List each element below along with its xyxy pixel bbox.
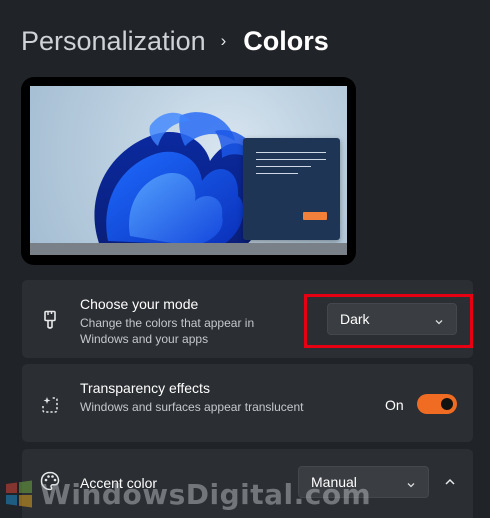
brush-icon	[39, 309, 61, 331]
accent-dropdown[interactable]: Manual	[298, 466, 429, 498]
preview-window-line	[256, 173, 298, 174]
preview-window-button	[303, 212, 327, 220]
chevron-up-icon	[443, 475, 457, 494]
transparency-title: Transparency effects	[80, 380, 210, 396]
dropdown-highlight-box	[304, 294, 473, 348]
transparency-toggle-label: On	[385, 397, 404, 413]
page-title: Colors	[243, 26, 329, 56]
preview-sample-window	[243, 138, 340, 240]
accent-dropdown-value: Manual	[311, 474, 357, 490]
transparency-icon	[39, 393, 61, 415]
chevron-down-icon	[406, 477, 416, 493]
preview-window-line	[256, 166, 311, 167]
accent-color-card: Accent color Manual	[22, 449, 473, 518]
choose-mode-title: Choose your mode	[80, 296, 199, 312]
preview-wallpaper	[30, 86, 347, 255]
toggle-knob	[441, 398, 453, 410]
accent-expand-button[interactable]	[436, 470, 464, 498]
preview-window-line	[256, 159, 326, 160]
accent-color-title: Accent color	[80, 475, 158, 491]
transparency-description: Windows and surfaces appear translucent	[80, 400, 304, 414]
palette-icon	[39, 470, 61, 492]
preview-window-line	[256, 152, 326, 153]
transparency-toggle[interactable]	[417, 394, 457, 414]
preview-taskbar	[30, 243, 347, 255]
choose-mode-description: Change the colors that appear in Windows…	[80, 316, 255, 346]
transparency-card: Transparency effects Windows and surface…	[22, 364, 473, 442]
breadcrumb-separator: ›	[220, 31, 227, 50]
theme-preview	[21, 77, 356, 265]
breadcrumb: Personalization › Colors	[21, 24, 329, 58]
breadcrumb-personalization[interactable]: Personalization	[21, 24, 206, 58]
